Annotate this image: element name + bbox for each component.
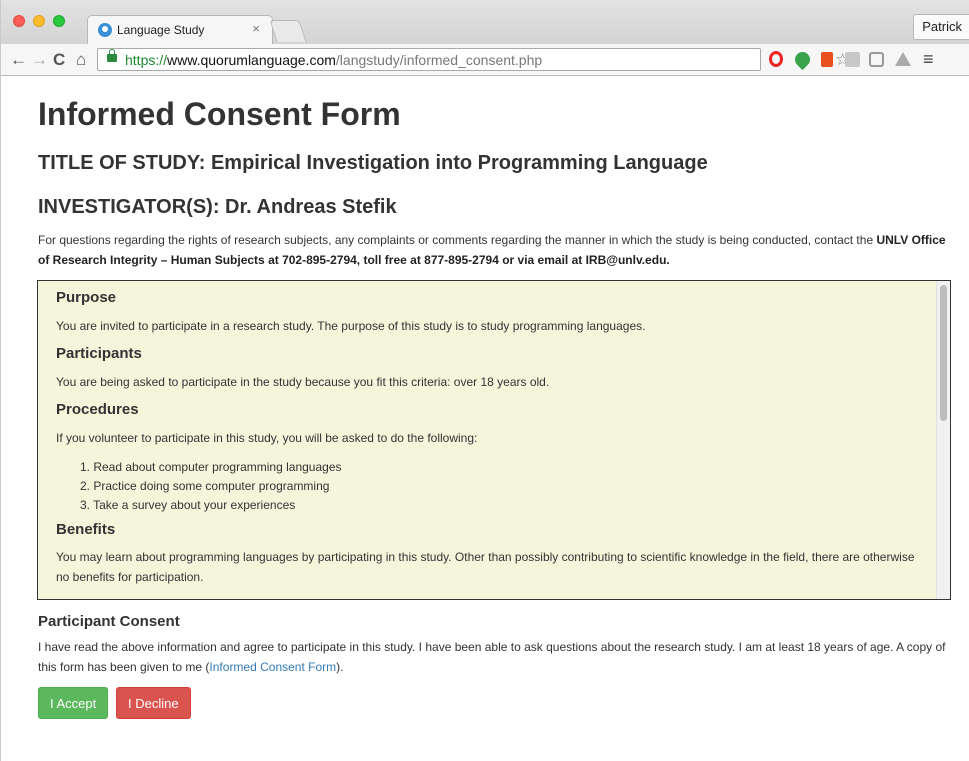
browser-window: Language Study × Patrick ← → C ⌂ https:/… bbox=[0, 0, 969, 761]
evernote-icon[interactable] bbox=[791, 48, 814, 71]
url-scheme: https:// bbox=[125, 52, 168, 68]
tab-language-study[interactable]: Language Study × bbox=[87, 15, 273, 44]
page-content: Informed Consent Form TITLE OF STUDY: Em… bbox=[1, 76, 969, 761]
menu-icon[interactable]: ≡ bbox=[923, 49, 934, 70]
study-info-box[interactable]: Purpose You are invited to participate i… bbox=[37, 280, 951, 600]
url-path: /langstudy/informed_consent.php bbox=[335, 52, 543, 68]
decline-button[interactable]: I Decline bbox=[116, 687, 191, 719]
drive-icon[interactable] bbox=[895, 52, 911, 66]
contact-prefix: For questions regarding the rights of re… bbox=[38, 233, 877, 247]
forward-icon[interactable]: → bbox=[31, 50, 48, 70]
opera-icon[interactable] bbox=[769, 51, 783, 67]
list-item: 1. Read about computer programming langu… bbox=[80, 460, 342, 474]
browser-toolbar: ← → C ⌂ https://www.quorumlanguage.com/l… bbox=[1, 44, 969, 76]
benefits-text: You may learn about programming language… bbox=[56, 550, 915, 584]
procedures-list: 1. Read about computer programming langu… bbox=[80, 458, 342, 515]
contact-info: For questions regarding the rights of re… bbox=[38, 230, 950, 270]
accept-button[interactable]: I Accept bbox=[38, 687, 109, 719]
back-icon[interactable]: ← bbox=[10, 50, 27, 70]
list-item: 3. Take a survey about your experiences bbox=[80, 498, 296, 512]
reload-icon[interactable]: C bbox=[53, 50, 65, 70]
info-scroll-thumb[interactable] bbox=[940, 285, 947, 421]
purpose-heading: Purpose bbox=[56, 289, 117, 306]
investigators: INVESTIGATOR(S): Dr. Andreas Stefik bbox=[38, 196, 397, 218]
info-scrollbar[interactable] bbox=[936, 281, 950, 599]
site-favicon-icon bbox=[98, 23, 112, 37]
minimize-window-button[interactable] bbox=[33, 15, 45, 27]
procedures-text: If you volunteer to participate in this … bbox=[56, 431, 478, 445]
new-tab-button[interactable] bbox=[269, 20, 307, 42]
lock-icon bbox=[107, 49, 117, 62]
zoom-window-button[interactable] bbox=[53, 15, 65, 27]
consent-heading: Participant Consent bbox=[38, 613, 180, 630]
doc-icon[interactable] bbox=[845, 52, 860, 67]
consent-text-before: I have read the above information and ag… bbox=[38, 640, 946, 674]
purpose-text: You are invited to participate in a rese… bbox=[56, 319, 646, 333]
participants-text: You are being asked to participate in th… bbox=[56, 375, 550, 389]
participants-heading: Participants bbox=[56, 345, 142, 362]
consent-text-after: ). bbox=[336, 660, 344, 674]
list-item: 2. Practice doing some computer programm… bbox=[80, 479, 330, 493]
url-host: www.quorumlanguage.com bbox=[167, 52, 336, 68]
cube-icon[interactable] bbox=[869, 52, 884, 67]
address-bar[interactable]: https://www.quorumlanguage.com/langstudy… bbox=[97, 48, 850, 71]
home-icon[interactable]: ⌂ bbox=[76, 50, 86, 70]
tab-title: Language Study bbox=[117, 23, 205, 37]
tab-close-icon[interactable]: × bbox=[252, 21, 260, 36]
consent-text: I have read the above information and ag… bbox=[38, 637, 950, 677]
procedures-heading: Procedures bbox=[56, 401, 139, 418]
page-title: Informed Consent Form bbox=[38, 96, 401, 132]
close-window-button[interactable] bbox=[13, 15, 25, 27]
profile-button[interactable]: Patrick bbox=[913, 14, 969, 40]
benefits-heading: Benefits bbox=[56, 521, 116, 538]
consent-form-link[interactable]: Informed Consent Form bbox=[209, 660, 336, 674]
url-text: https://www.quorumlanguage.com/langstudy… bbox=[125, 52, 542, 68]
study-title: TITLE OF STUDY: Empirical Investigation … bbox=[38, 152, 708, 174]
office-icon[interactable] bbox=[821, 52, 833, 67]
tab-strip: Language Study × Patrick bbox=[1, 0, 969, 44]
